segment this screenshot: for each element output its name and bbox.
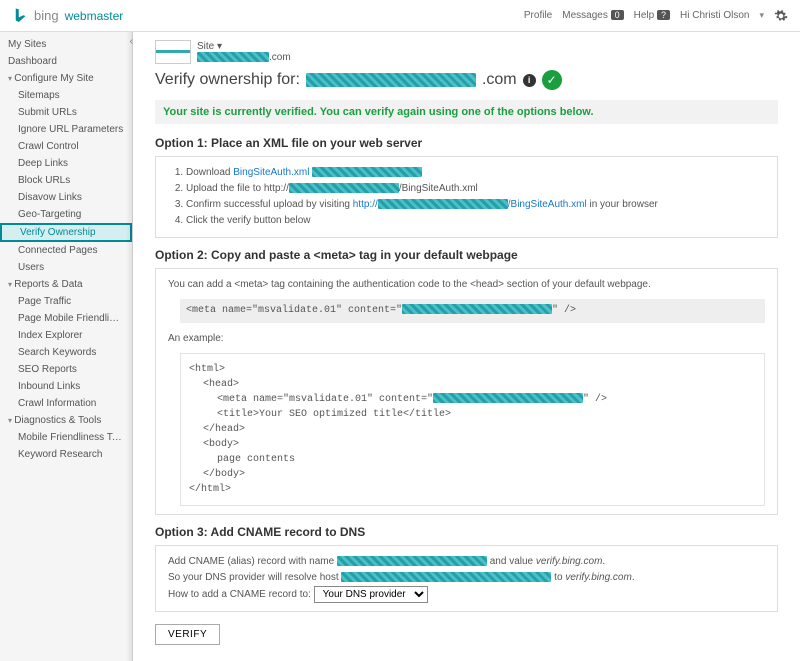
sidebar-item-dashboard[interactable]: Dashboard <box>0 53 132 70</box>
bing-icon <box>12 7 30 25</box>
opt1-step4: Click the verify button below <box>186 213 765 229</box>
gear-icon[interactable] <box>774 9 788 23</box>
site-url: .com <box>197 52 291 63</box>
sidebar-item-configure[interactable]: Configure My Site <box>0 70 132 87</box>
product-name: webmaster <box>65 9 124 23</box>
opt3-line2: So your DNS provider will resolve host t… <box>168 570 765 586</box>
example-label: An example: <box>168 331 765 347</box>
code-example: <html> <head> <meta name="msvalidate.01"… <box>180 353 765 506</box>
sidebar-item-users[interactable]: Users <box>0 259 132 276</box>
meta-tag-code[interactable]: <meta name="msvalidate.01" content="" /> <box>180 299 765 323</box>
main-content: Site ▾ .com Verify ownership for: .com i… <box>133 32 800 661</box>
sidebar-item-crawl-control[interactable]: Crawl Control <box>0 138 132 155</box>
sidebar-item-crawl-info[interactable]: Crawl Information <box>0 395 132 412</box>
collapse-icon[interactable]: ‹ <box>130 36 133 47</box>
sidebar-item-verify[interactable]: Verify Ownership <box>0 223 132 242</box>
nav-messages[interactable]: Messages 0 <box>562 10 623 21</box>
sidebar-item-geo[interactable]: Geo-Targeting <box>0 206 132 223</box>
sidebar-item-diag[interactable]: Diagnostics & Tools <box>0 412 132 429</box>
site-thumbnail <box>155 40 191 64</box>
sidebar-item-my-sites[interactable]: My Sites <box>0 36 132 53</box>
option1-heading: Option 1: Place an XML file on your web … <box>155 136 778 150</box>
site-dropdown[interactable]: Site ▾ <box>197 41 291 52</box>
sidebar-item-seo-rep[interactable]: SEO Reports <box>0 361 132 378</box>
messages-badge: 0 <box>611 10 624 20</box>
sidebar-item-block-urls[interactable]: Block URLs <box>0 172 132 189</box>
redacted-domain <box>306 73 476 87</box>
help-badge: ? <box>657 10 670 20</box>
opt3-line1: Add CNAME (alias) record with name and v… <box>168 554 765 570</box>
sidebar-item-kw-research[interactable]: Keyword Research <box>0 446 132 463</box>
sidebar-item-ignore-url[interactable]: Ignore URL Parameters <box>0 121 132 138</box>
option3-box: Add CNAME (alias) record with name and v… <box>155 545 778 612</box>
opt2-intro: You can add a <meta> tag containing the … <box>168 277 765 293</box>
download-link[interactable]: BingSiteAuth.xml <box>233 167 309 178</box>
option3-heading: Option 3: Add CNAME record to DNS <box>155 525 778 539</box>
option2-heading: Option 2: Copy and paste a <meta> tag in… <box>155 248 778 262</box>
option1-box: Download BingSiteAuth.xml Upload the fil… <box>155 156 778 238</box>
sidebar-item-submit-urls[interactable]: Submit URLs <box>0 104 132 121</box>
opt1-step1: Download BingSiteAuth.xml <box>186 165 765 181</box>
option2-box: You can add a <meta> tag containing the … <box>155 268 778 515</box>
checkmark-icon: ✓ <box>542 70 562 90</box>
chevron-down-icon[interactable]: ▾ <box>759 10 764 21</box>
sidebar-item-index-exp[interactable]: Index Explorer <box>0 327 132 344</box>
site-header: Site ▾ .com <box>155 40 778 64</box>
sidebar-item-sitemaps[interactable]: Sitemaps <box>0 87 132 104</box>
brand-logo[interactable]: bing webmaster <box>12 7 123 25</box>
sidebar-item-search-kw[interactable]: Search Keywords <box>0 344 132 361</box>
sidebar: ‹ My SitesDashboardConfigure My SiteSite… <box>0 32 133 661</box>
page-title: Verify ownership for: .com i ✓ <box>155 70 778 90</box>
status-banner: Your site is currently verified. You can… <box>155 100 778 124</box>
nav-help[interactable]: Help ? <box>634 10 670 21</box>
header-nav: Profile Messages 0 Help ? Hi Christi Ols… <box>524 9 788 23</box>
greeting: Hi Christi Olson <box>680 10 749 21</box>
verify-button[interactable]: VERIFY <box>155 624 220 645</box>
sidebar-item-inbound[interactable]: Inbound Links <box>0 378 132 395</box>
opt3-howto: How to add a CNAME record to: Your DNS p… <box>168 586 765 603</box>
opt1-step3: Confirm successful upload by visiting ht… <box>186 197 765 213</box>
sidebar-item-mobile-friend[interactable]: Page Mobile Friendliness <box>0 310 132 327</box>
info-icon[interactable]: i <box>523 74 536 87</box>
sidebar-item-reports[interactable]: Reports & Data <box>0 276 132 293</box>
dns-provider-select[interactable]: Your DNS provider <box>314 586 428 603</box>
sidebar-item-traffic[interactable]: Page Traffic <box>0 293 132 310</box>
sidebar-item-deep-links[interactable]: Deep Links <box>0 155 132 172</box>
sidebar-item-disavow[interactable]: Disavow Links <box>0 189 132 206</box>
opt1-step2: Upload the file to http:///BingSiteAuth.… <box>186 181 765 197</box>
sidebar-item-connected[interactable]: Connected Pages <box>0 242 132 259</box>
confirm-link[interactable]: http:///BingSiteAuth.xml <box>353 199 587 210</box>
sidebar-item-mobile-test[interactable]: Mobile Friendliness Test <box>0 429 132 446</box>
nav-profile[interactable]: Profile <box>524 10 552 21</box>
app-header: bing webmaster Profile Messages 0 Help ?… <box>0 0 800 32</box>
brand-name: bing <box>34 8 59 23</box>
